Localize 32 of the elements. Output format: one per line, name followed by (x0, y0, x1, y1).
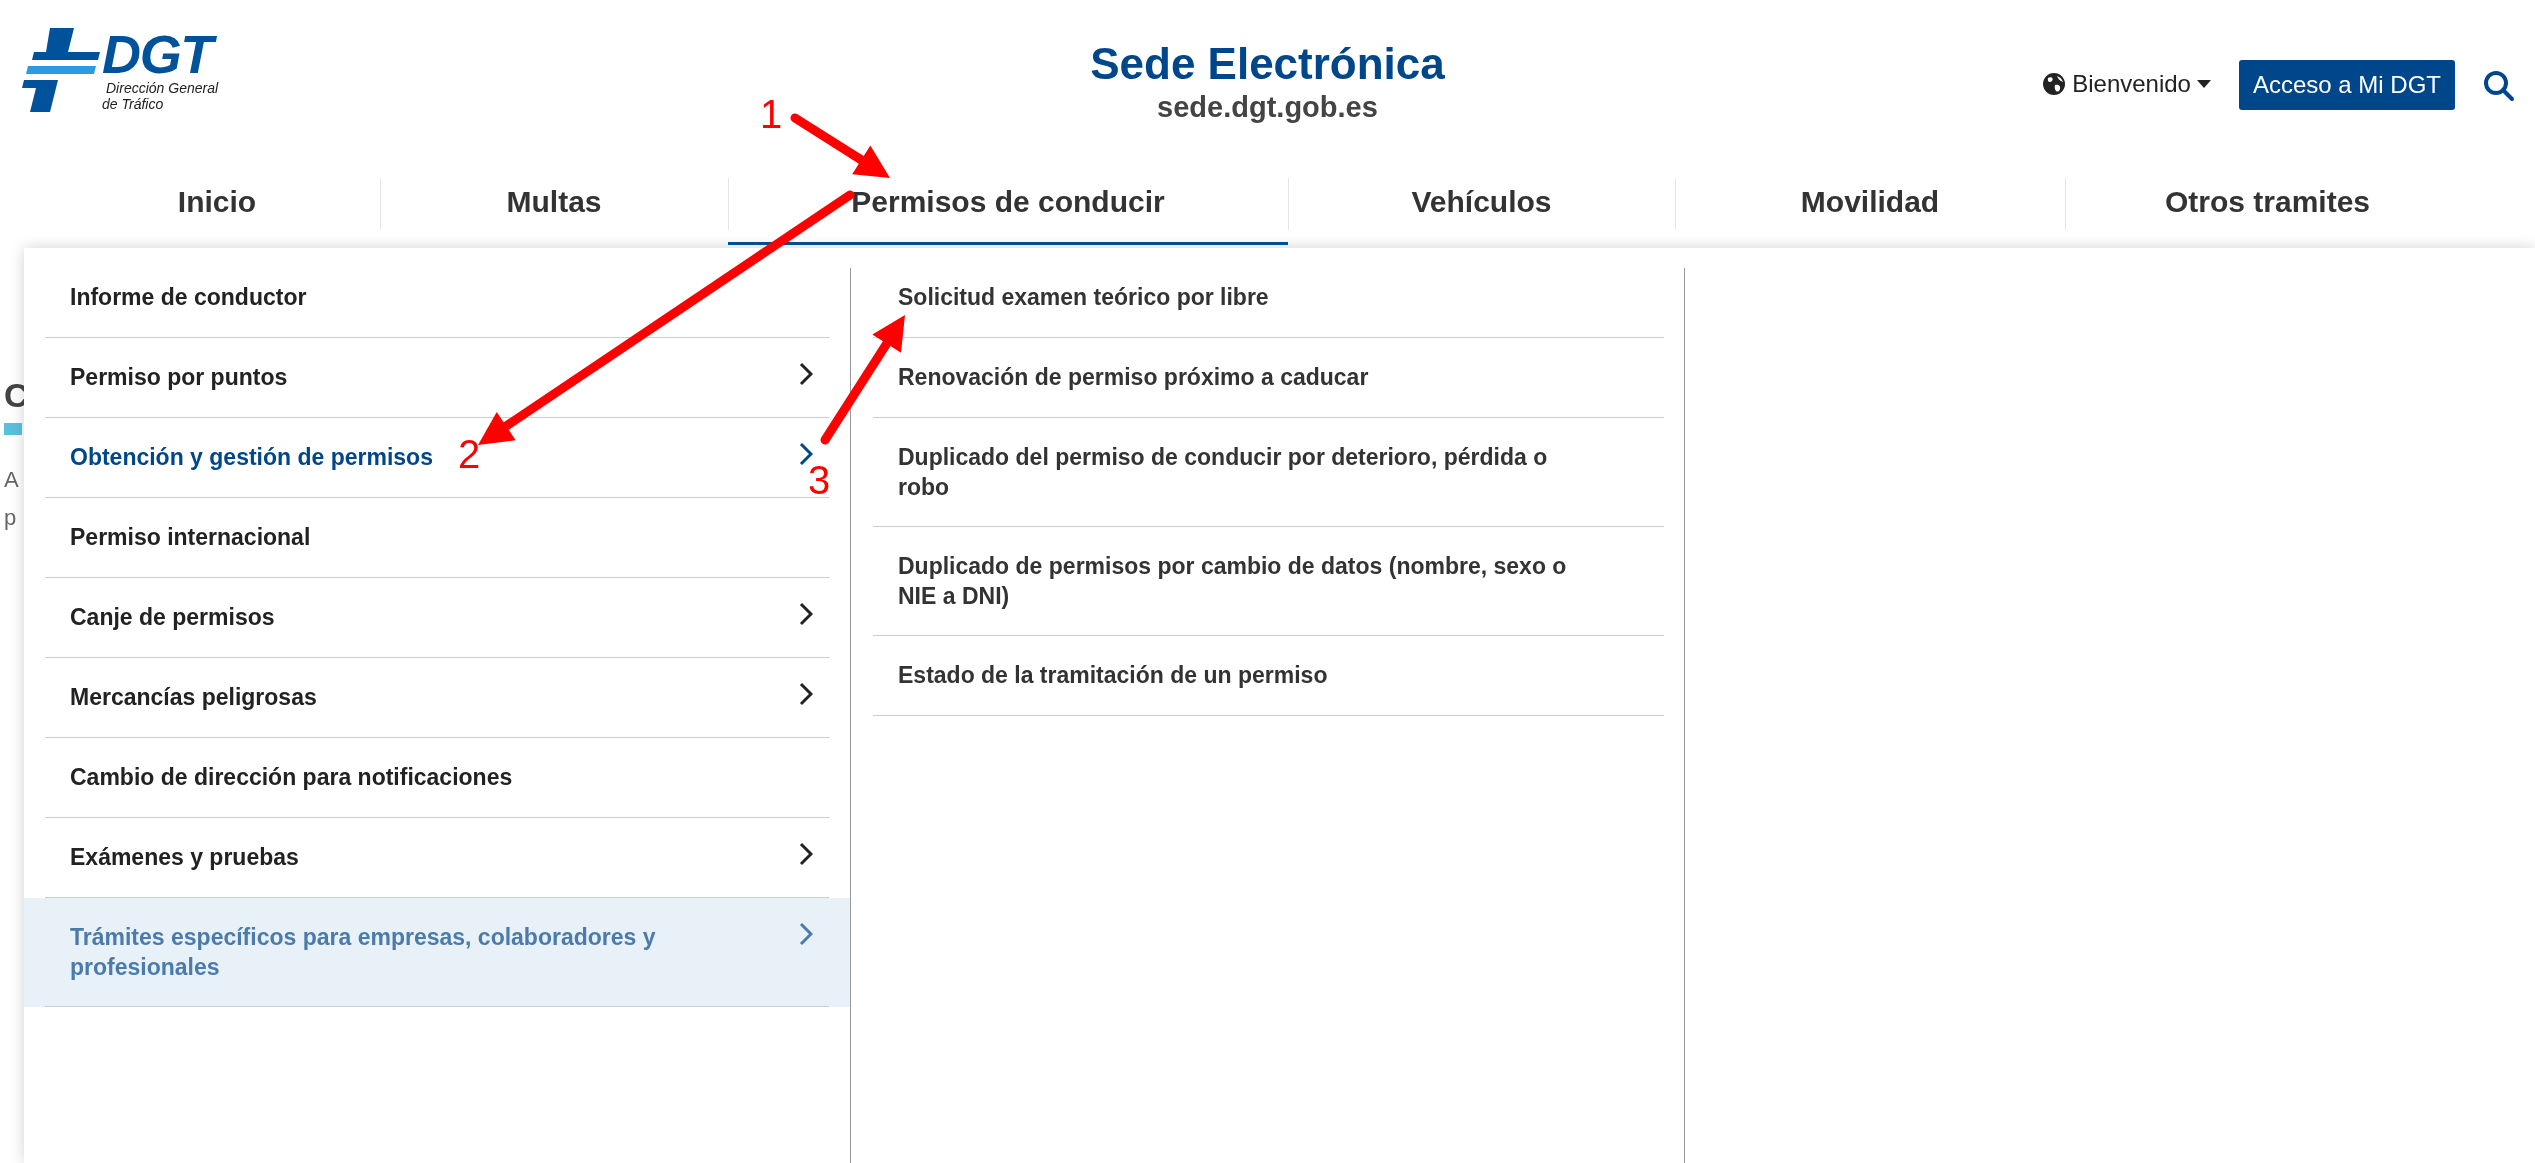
page-text: p (4, 504, 18, 532)
submenu-item[interactable]: Estado de la tramitación de un permiso (898, 660, 1578, 690)
globe-icon (2042, 72, 2067, 96)
nav-tab[interactable]: Vehículos (1288, 160, 1675, 245)
submenu-item[interactable]: Solicitud examen teórico por libre (898, 282, 1578, 312)
menu-item[interactable]: Trámites específicos para empresas, colaboradores y profesionales (24, 898, 850, 1007)
annotation-number: 2 (458, 432, 481, 476)
menu-item[interactable]: Informe de conductor (24, 258, 850, 338)
logo-wordmark: DGT (102, 28, 219, 80)
heading-underline (4, 423, 22, 435)
page-text: A (4, 466, 20, 494)
logo-subtitle: de Tráfico (102, 96, 165, 112)
menu-item[interactable]: Mercancías peligrosas (24, 658, 850, 738)
submenu-item[interactable]: Duplicado del permiso de conducir por deterioro, pérdida o robo (898, 442, 1578, 502)
site-address: sede.dgt.gob.es (1157, 90, 1378, 124)
annotation-number: 1 (760, 92, 783, 136)
menu-item[interactable]: Permiso por puntos (24, 338, 850, 418)
caret-icon (2196, 80, 2211, 88)
submenu-item[interactable]: Renovación de permiso próximo a caducar (898, 362, 1578, 392)
site-title: Sede Electrónica (1090, 38, 1445, 90)
submenu-item[interactable]: Duplicado de permisos por cambio de datos (nombre, sexo o NIE a DNI) (898, 551, 1578, 611)
logo-subtitle: Dirección General (106, 80, 219, 96)
nav-tab[interactable]: Otros tramites (2065, 160, 2470, 245)
login-button[interactable]: Acceso a Mi DGT (2238, 60, 2455, 110)
nav-tab[interactable]: Inicio (54, 160, 380, 245)
nav-tab[interactable]: Movilidad (1675, 160, 2065, 245)
cross-logo-icon (22, 28, 100, 112)
menu-item[interactable]: Canje de permisos (24, 578, 850, 658)
search-icon[interactable] (2483, 70, 2515, 102)
nav-tab[interactable]: Multas (380, 160, 728, 245)
menu-item[interactable]: Cambio de dirección para notificaciones (24, 738, 850, 818)
language-menu[interactable]: Bienvenido (2042, 60, 2211, 108)
